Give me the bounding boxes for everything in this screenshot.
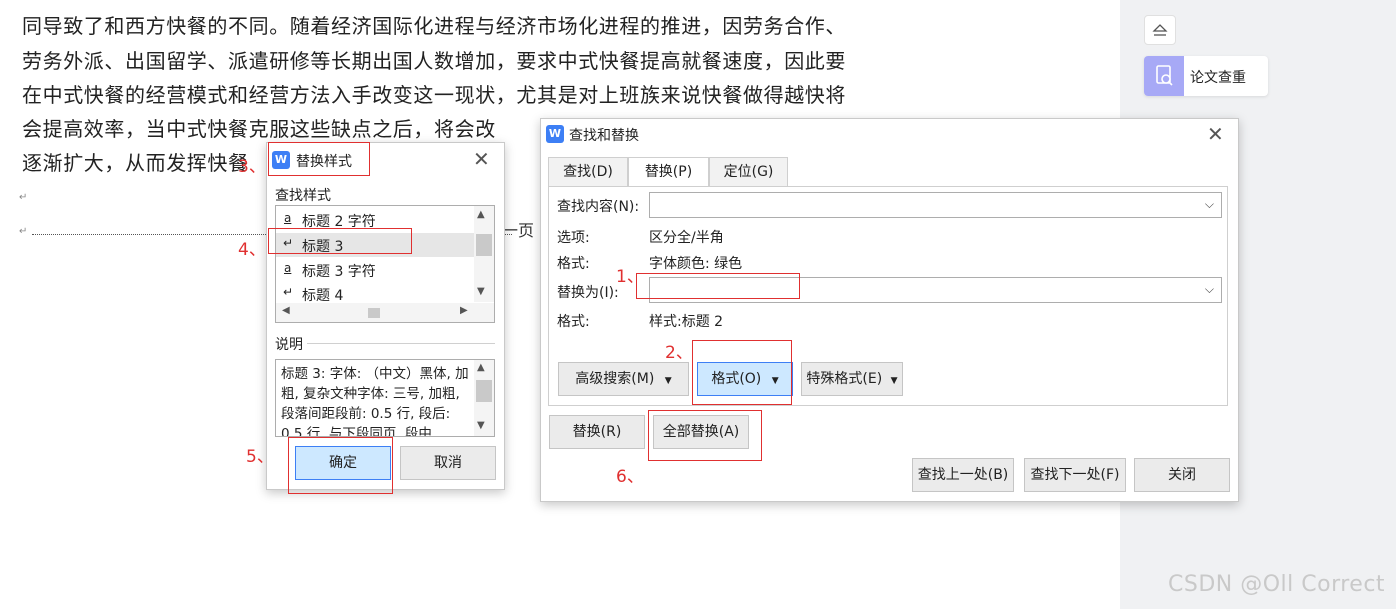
list-item[interactable]: a 标题 2 字符 bbox=[276, 208, 474, 232]
scroll-down-icon[interactable]: ▼ bbox=[477, 286, 485, 297]
description-box: 标题 3: 字体: （中文）黑体, 加粗, 复杂文种字体: 三号, 加粗, 段落… bbox=[275, 359, 495, 437]
replace-label: 替换为(I): bbox=[557, 285, 619, 301]
special-format-button[interactable]: 特殊格式(E) ▼ bbox=[801, 362, 903, 396]
find-replace-dialog: W 查找和替换 ✕ 查找(D) 替换(P) 定位(G) 查找内容(N): ⌵ 选… bbox=[540, 118, 1239, 502]
chevron-down-icon[interactable]: ⌵ bbox=[1205, 197, 1214, 212]
format-label: 格式: bbox=[557, 256, 590, 272]
doc-line: 同导致了和西方快餐的不同。随着经济国际化进程与经济市场化进程的推进，因劳务合作、 bbox=[22, 14, 846, 38]
options-value: 区分全/半角 bbox=[649, 230, 724, 246]
list-item-selected[interactable]: ↵ 标题 3 bbox=[276, 233, 474, 257]
replace-style-dialog: W 替换样式 ✕ 查找样式 a 标题 2 字符 ↵ 标题 3 a 标题 3 字符… bbox=[266, 142, 505, 490]
ok-button[interactable]: 确定 bbox=[295, 446, 391, 480]
find-style-label: 查找样式 bbox=[275, 188, 331, 204]
replace-button[interactable]: 替换(R) bbox=[549, 415, 645, 449]
scroll-thumb[interactable] bbox=[476, 234, 492, 256]
paragraph-style-icon: ↵ bbox=[283, 236, 294, 250]
doc-line: 会提高效率，当中式快餐克服这些缺点之后，将会改 bbox=[22, 117, 496, 141]
caret-down-icon: ▼ bbox=[664, 376, 672, 386]
list-item-label: 标题 3 字符 bbox=[302, 264, 376, 280]
vertical-scrollbar[interactable]: ▲ ▼ bbox=[474, 206, 494, 302]
replace-input[interactable]: ⌵ bbox=[649, 277, 1222, 303]
button-label: 高级搜索(M) bbox=[575, 371, 655, 387]
collapse-button[interactable] bbox=[1144, 15, 1176, 45]
list-item-label: 标题 4 bbox=[302, 288, 344, 304]
plagiarism-check-button[interactable]: 论文查重 bbox=[1144, 56, 1268, 96]
description-text: 标题 3: 字体: （中文）黑体, 加粗, 复杂文种字体: 三号, 加粗, 段落… bbox=[281, 366, 469, 437]
find-label: 查找内容(N): bbox=[557, 199, 640, 215]
find-previous-button[interactable]: 查找上一处(B) bbox=[912, 458, 1014, 492]
find-next-button[interactable]: 查找下一处(F) bbox=[1024, 458, 1126, 492]
char-style-icon: a bbox=[284, 261, 292, 275]
doc-line: 在中式快餐的经营模式和经营方法入手改变这一现状，尤其是对上班族来说快餐做得越快将 bbox=[22, 83, 846, 107]
watermark: CSDN @Oll Correct bbox=[1168, 572, 1386, 597]
chevron-down-icon[interactable]: ⌵ bbox=[1205, 282, 1214, 297]
style-list[interactable]: a 标题 2 字符 ↵ 标题 3 a 标题 3 字符 ↵ 标题 4 ▲ ▼ ◀ … bbox=[275, 205, 495, 323]
advanced-search-button[interactable]: 高级搜索(M) ▼ bbox=[558, 362, 689, 396]
tab-goto[interactable]: 定位(G) bbox=[709, 157, 788, 187]
scroll-right-icon[interactable]: ▶ bbox=[460, 305, 468, 316]
scroll-up-icon[interactable]: ▲ bbox=[477, 209, 485, 220]
page-fragment: 一页 bbox=[502, 221, 535, 240]
format2-value: 样式:标题 2 bbox=[649, 314, 724, 330]
doc-line: 劳务外派、出国留学、派遣研修等长期出国人数增加，要求中式快餐提高就餐速度，因此要 bbox=[22, 49, 846, 73]
caret-down-icon: ▼ bbox=[890, 376, 898, 386]
button-label: 格式(O) bbox=[711, 371, 762, 387]
vertical-scrollbar[interactable]: ▲ ▼ bbox=[474, 360, 494, 436]
annotation-number: 1、 bbox=[616, 267, 644, 287]
horizontal-scrollbar[interactable]: ◀ ▶ bbox=[276, 303, 494, 322]
close-icon[interactable]: ✕ bbox=[1207, 124, 1224, 144]
dialog-title: 查找和替换 bbox=[569, 128, 639, 144]
scroll-thumb[interactable] bbox=[368, 308, 380, 318]
list-item[interactable]: a 标题 3 字符 bbox=[276, 258, 474, 282]
paragraph-style-icon: ↵ bbox=[283, 285, 294, 299]
close-button[interactable]: 关闭 bbox=[1134, 458, 1230, 492]
format-value: 字体颜色: 绿色 bbox=[649, 256, 743, 272]
scroll-up-icon[interactable]: ▲ bbox=[477, 362, 485, 373]
annotation-number: 2、 bbox=[665, 343, 693, 363]
paragraph-mark: ↵ bbox=[19, 226, 28, 237]
format-button[interactable]: 格式(O) ▼ bbox=[697, 362, 793, 396]
plagiarism-check-label: 论文查重 bbox=[1190, 70, 1246, 86]
tab-find[interactable]: 查找(D) bbox=[548, 157, 628, 187]
paragraph-mark: ↵ bbox=[19, 192, 28, 203]
options-label: 选项: bbox=[557, 230, 590, 246]
doc-line: 逐渐扩大，从而发挥快餐 bbox=[22, 151, 249, 175]
dialog-title: 替换样式 bbox=[296, 154, 352, 170]
wps-logo-icon: W bbox=[546, 125, 564, 143]
annotation-number: 5、 bbox=[246, 447, 274, 467]
format2-label: 格式: bbox=[557, 314, 590, 330]
char-style-icon: a bbox=[284, 211, 292, 225]
list-item-label: 标题 3 bbox=[302, 239, 344, 255]
list-item[interactable]: ↵ 标题 4 bbox=[276, 283, 474, 305]
divider bbox=[307, 343, 495, 344]
replace-all-button[interactable]: 全部替换(A) bbox=[653, 415, 749, 449]
scroll-left-icon[interactable]: ◀ bbox=[282, 305, 290, 316]
annotation-number: 4、 bbox=[238, 240, 266, 260]
caret-down-icon: ▼ bbox=[771, 376, 779, 386]
annotation-number: 3、 bbox=[238, 157, 266, 177]
tab-replace[interactable]: 替换(P) bbox=[628, 157, 709, 187]
scroll-down-icon[interactable]: ▼ bbox=[477, 420, 485, 431]
eject-icon bbox=[1152, 24, 1168, 36]
description-label: 说明 bbox=[275, 337, 303, 353]
find-input[interactable]: ⌵ bbox=[649, 192, 1222, 218]
scroll-thumb[interactable] bbox=[476, 380, 492, 402]
tab-panel: 查找内容(N): ⌵ 选项: 区分全/半角 格式: 字体颜色: 绿色 替换为(I… bbox=[548, 186, 1228, 406]
list-item-label: 标题 2 字符 bbox=[302, 214, 376, 230]
annotation-number: 6、 bbox=[616, 467, 644, 487]
document-search-icon bbox=[1144, 56, 1184, 96]
button-label: 特殊格式(E) bbox=[806, 371, 883, 387]
wps-logo-icon: W bbox=[272, 151, 290, 169]
cancel-button[interactable]: 取消 bbox=[400, 446, 496, 480]
close-icon[interactable]: ✕ bbox=[473, 149, 490, 169]
